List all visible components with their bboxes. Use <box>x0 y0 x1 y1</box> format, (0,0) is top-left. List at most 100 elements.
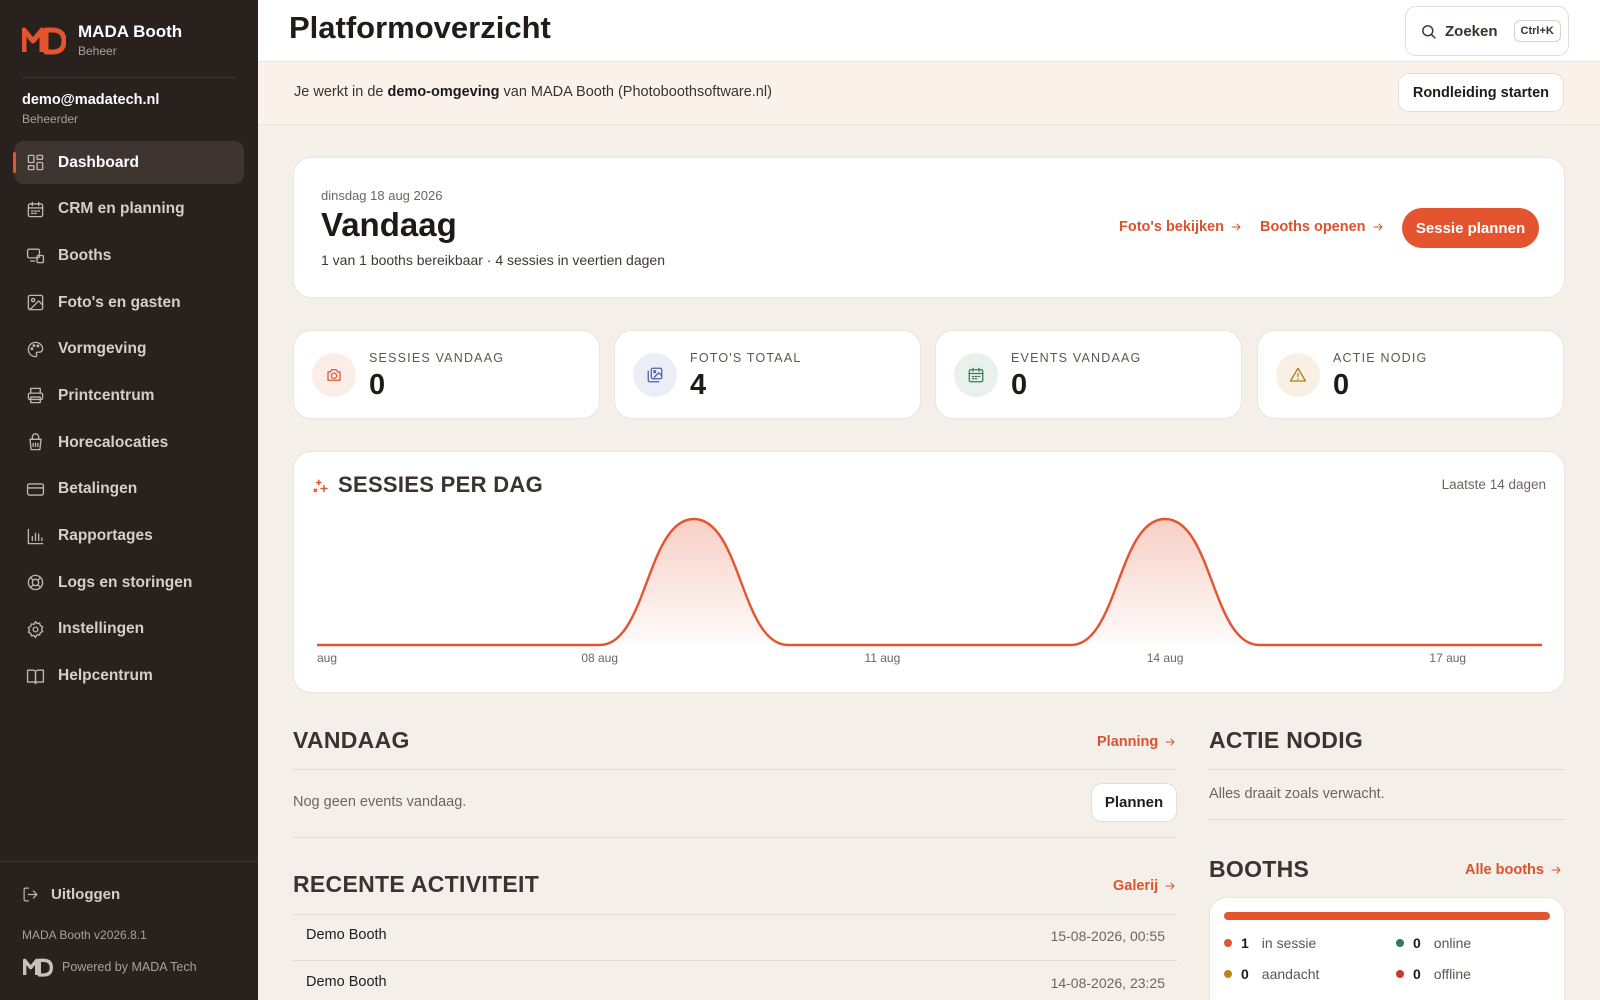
all-booths-link[interactable]: Alle booths <box>1465 862 1562 878</box>
arrow-right-icon <box>1165 882 1175 890</box>
sidebar-item-payments[interactable]: Betalingen <box>14 468 244 511</box>
status-count: 0 <box>1241 966 1249 982</box>
card-icon <box>26 483 45 496</box>
all-booths-label: Alle booths <box>1465 862 1544 878</box>
divider <box>293 769 1177 770</box>
sidebar-item-label: Foto's en gasten <box>58 293 181 311</box>
booth-status-online: 0 online <box>1396 935 1471 951</box>
sidebar-item-print[interactable]: Printcentrum <box>14 374 244 417</box>
stat-label: EVENTS VANDAAG <box>1011 351 1142 365</box>
booths-section-title: BOOTHS <box>1209 856 1310 882</box>
start-tour-button[interactable]: Rondleiding starten <box>1397 73 1564 112</box>
activity-row-name[interactable]: Demo Booth <box>306 974 387 990</box>
grid-icon <box>27 154 44 171</box>
status-label: aandacht <box>1261 966 1320 982</box>
sidebar-item-label: Horecalocaties <box>58 433 169 451</box>
booth-status-offline: 0 offline <box>1396 966 1471 982</box>
arrow-right-icon <box>1231 223 1241 231</box>
status-count: 1 <box>1241 935 1249 951</box>
divider <box>293 837 1177 838</box>
sessions-chart-card: SESSIES PER DAG Laatste 14 dagen aug 08 a… <box>293 451 1565 693</box>
stat-card-sessions[interactable]: SESSIES VANDAAG 0 <box>293 330 600 419</box>
sidebar: MADA Booth Beheer demo@madatech.nl Behee… <box>0 0 258 1000</box>
sidebar-item-crm[interactable]: CRM en planning <box>14 188 244 231</box>
page-title: Platformoverzicht <box>289 10 551 45</box>
printer-icon <box>27 388 44 404</box>
chart-tick-label: 17 aug <box>1429 651 1466 665</box>
search-shortcut: Ctrl+K <box>1513 20 1561 42</box>
hero-date: dinsdag 18 aug 2026 <box>321 188 443 203</box>
booth-status-attention: 0 aandacht <box>1224 966 1319 982</box>
app-name: MADA Booth <box>78 22 183 41</box>
sidebar-item-dashboard[interactable]: Dashboard <box>13 141 244 184</box>
top-bar: Platformoverzicht Zoeken Ctrl+K <box>258 0 1600 62</box>
stat-card-action[interactable]: ACTIE NODIG 0 <box>1257 330 1564 419</box>
app-subtitle: Beheer <box>78 44 117 58</box>
status-label: offline <box>1433 966 1471 982</box>
lifebuoy-icon <box>27 574 44 591</box>
stat-label: FOTO'S TOTAAL <box>690 351 802 365</box>
banner-prefix: Je werkt in de <box>294 84 384 100</box>
sidebar-item-logs[interactable]: Logs en storingen <box>14 561 244 604</box>
sidebar-item-horeca[interactable]: Horecalocaties <box>14 421 244 464</box>
logout-button[interactable]: Uitloggen <box>22 886 120 903</box>
stat-label: ACTIE NODIG <box>1333 351 1428 365</box>
activity-row-name[interactable]: Demo Booth <box>306 927 387 943</box>
status-dot <box>1224 970 1232 978</box>
images-icon <box>647 367 663 383</box>
booth-status-in-session: 1 in sessie <box>1224 935 1316 951</box>
sidebar-item-label: Rapportages <box>58 527 153 544</box>
brand[interactable]: MADA Booth Beheer <box>22 22 182 58</box>
arrow-right-icon <box>1165 738 1175 746</box>
stat-label: SESSIES VANDAAG <box>369 351 505 365</box>
stat-icon-wrap <box>633 353 677 397</box>
warning-icon <box>1289 367 1307 382</box>
booth-status-bar <box>1224 912 1550 920</box>
view-photos-link[interactable]: Foto's bekijken <box>1119 219 1242 235</box>
banner-highlight: demo-omgeving <box>387 84 500 100</box>
sessions-chart: aug 08 aug 11 aug 14 aug 17 aug <box>317 517 1542 665</box>
sidebar-item-label: Booths <box>58 246 112 264</box>
plan-button[interactable]: Plannen <box>1091 783 1177 822</box>
divider <box>293 960 1177 961</box>
open-booths-label: Booths openen <box>1260 219 1366 235</box>
stat-icon-wrap <box>1276 353 1320 397</box>
sidebar-item-label: Vormgeving <box>58 340 147 358</box>
powered-by-text: Powered by MADA Tech <box>62 960 197 974</box>
cup-icon <box>29 433 42 451</box>
status-dot <box>1396 939 1404 947</box>
chart-area <box>317 519 1542 645</box>
search-icon <box>1422 24 1436 39</box>
powered-by: Powered by MADA Tech <box>22 957 197 977</box>
bar-chart-icon <box>27 528 44 544</box>
sidebar-item-design[interactable]: Vormgeving <box>14 328 244 371</box>
sidebar-nav: Dashboard CRM en planning Booths Foto's … <box>13 141 244 701</box>
logout-icon <box>23 887 38 902</box>
sidebar-item-settings[interactable]: Instellingen <box>14 608 244 651</box>
chart-tick-label: 08 aug <box>581 651 618 665</box>
sidebar-item-help[interactable]: Helpcentrum <box>14 655 244 698</box>
stat-card-photos[interactable]: FOTO'S TOTAAL 4 <box>614 330 921 419</box>
hero-title: Vandaag <box>321 206 457 243</box>
arrow-right-icon <box>1373 223 1383 231</box>
planning-link[interactable]: Planning <box>1097 734 1176 750</box>
sidebar-item-label: Instellingen <box>58 620 145 638</box>
sidebar-item-reports[interactable]: Rapportages <box>14 515 244 558</box>
sidebar-item-photos[interactable]: Foto's en gasten <box>14 281 244 324</box>
plan-session-button[interactable]: Sessie plannen <box>1402 208 1539 248</box>
search-label: Zoeken <box>1445 22 1498 40</box>
user-role: Beheerder <box>22 112 79 126</box>
palette-icon <box>27 341 44 358</box>
sidebar-item-booths[interactable]: Booths <box>14 234 244 277</box>
mada-logo-small <box>22 958 53 977</box>
sidebar-item-label: CRM en planning <box>58 200 185 218</box>
book-icon <box>26 669 45 684</box>
search-button[interactable]: Zoeken Ctrl+K <box>1405 6 1569 56</box>
gallery-link[interactable]: Galerij <box>1113 878 1176 894</box>
demo-banner: Je werkt in de demo-omgeving van MADA Bo… <box>258 62 1600 125</box>
view-photos-label: Foto's bekijken <box>1119 219 1224 235</box>
open-booths-link[interactable]: Booths openen <box>1260 219 1384 235</box>
stat-value: 0 <box>1011 369 1028 401</box>
stat-card-events[interactable]: EVENTS VANDAAG 0 <box>935 330 1242 419</box>
sidebar-item-label: Logs en storingen <box>58 573 193 591</box>
